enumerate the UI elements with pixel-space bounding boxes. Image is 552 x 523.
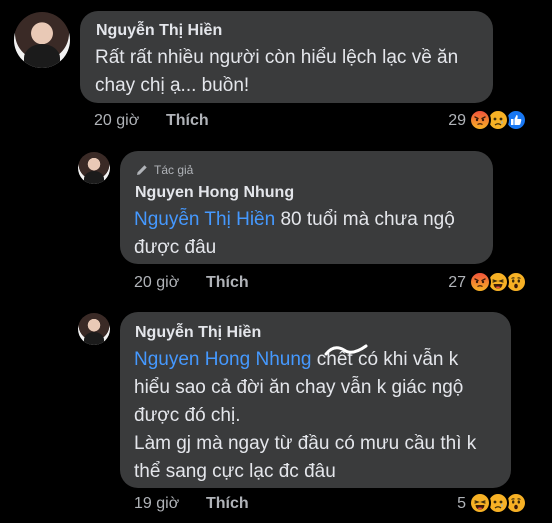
comment-bubble: Tác giả Nguyen Hong Nhung Nguyễn Thị Hiề… (120, 151, 493, 264)
comment-text-line: Nguyễn Thị Hiền 80 tuổi mà chưa ngộ (134, 206, 455, 234)
comment-bubble: Nguyễn Thị Hiền Rất rất nhiều người còn … (80, 11, 493, 103)
reaction-count[interactable]: 5 (430, 495, 466, 513)
comment-text-line: Nguyen Hong Nhung chết có khi vẫn k (134, 346, 458, 374)
comment-timestamp[interactable]: 19 giờ (134, 495, 179, 513)
reaction-count[interactable]: 29 (430, 112, 466, 130)
mention-link[interactable]: Nguyen Hong Nhung (134, 349, 311, 370)
author-badge: Tác giả (135, 163, 193, 177)
comment-text-segment: 80 tuổi mà chưa ngộ (275, 209, 455, 230)
pencil-icon (137, 165, 147, 175)
comment-author[interactable]: Nguyễn Thị Hiền (135, 324, 261, 342)
commenter-avatar[interactable] (14, 12, 70, 68)
angry-reaction-icon (469, 271, 491, 293)
comment-timestamp[interactable]: 20 giờ (134, 274, 179, 292)
commenter-avatar[interactable] (78, 313, 110, 345)
comment-text-line: Rất rất nhiều người còn hiểu lệch lạc về… (95, 47, 459, 68)
reaction-summary[interactable] (469, 109, 539, 131)
mention-link[interactable]: Nguyễn Thị Hiền (134, 209, 275, 230)
commenter-avatar[interactable] (78, 152, 110, 184)
comment-text-line: Làm gj mà ngay từ đầu có mưu cầu thì k (134, 433, 477, 454)
haha-reaction-icon (469, 492, 491, 514)
comment-text-line: được đó chị. (134, 405, 241, 426)
comment-text-line: hiểu sao cả đời ăn chay vẫn k giác ngộ (134, 377, 464, 398)
comment-author[interactable]: Nguyen Hong Nhung (135, 184, 294, 202)
reaction-count[interactable]: 27 (430, 274, 466, 292)
like-link[interactable]: Thích (166, 112, 209, 130)
comment-author[interactable]: Nguyễn Thị Hiền (96, 22, 222, 40)
comment-text-line: thể sang cực lạc đc đâu (134, 461, 336, 482)
like-link[interactable]: Thích (206, 274, 249, 292)
comment-timestamp[interactable]: 20 giờ (94, 112, 139, 130)
angry-reaction-icon (469, 109, 491, 131)
comment-bubble: Nguyễn Thị Hiền Nguyen Hong Nhung chết c… (120, 312, 511, 488)
author-badge-label: Tác giả (154, 163, 194, 177)
reaction-summary[interactable] (469, 492, 539, 514)
reaction-summary[interactable] (469, 271, 539, 293)
ink-scribble (324, 344, 368, 356)
comment-text-line: được đâu (134, 237, 217, 258)
like-link[interactable]: Thích (206, 495, 249, 513)
comment-text-line: chay chị ạ... buồn! (95, 75, 250, 96)
